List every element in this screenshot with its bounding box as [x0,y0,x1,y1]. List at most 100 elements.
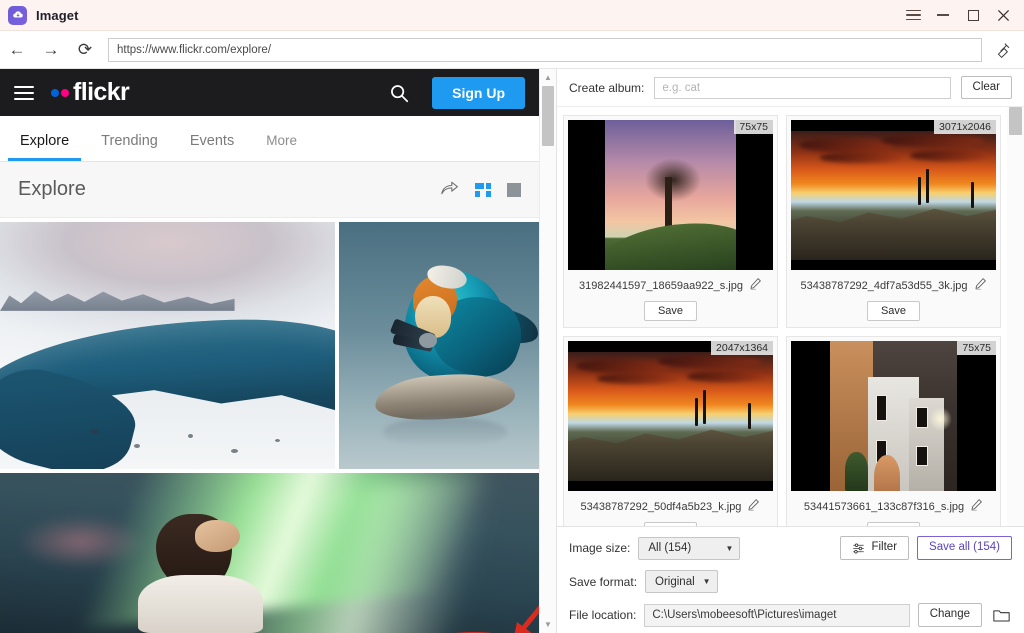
save-format-label: Save format: [569,575,637,589]
panel-scroll-track[interactable] [1007,107,1024,526]
image-size-select[interactable]: All (154) ▼ [638,537,740,560]
panel-bottom-controls: Image size: All (154) ▼ Filter [557,526,1024,633]
app-title: Imaget [36,8,79,23]
tab-trending[interactable]: Trending [85,133,174,161]
panel-scroll-thumb[interactable] [1009,107,1022,135]
rename-button[interactable] [974,277,987,295]
flickr-nav-tabs: Explore Trending Events More [0,116,539,162]
reload-icon[interactable]: ⟳ [68,31,102,69]
window-minimize-button[interactable] [928,0,958,31]
sign-up-button[interactable]: Sign Up [432,77,525,109]
maximize-icon [968,10,979,21]
card-name-row: 53441573661_133c87f316_s.jpg [804,498,983,516]
create-album-row: Create album: e.g. cat Clear [557,69,1024,107]
embedded-browser-pane: flickr Sign Up Explore Trending [0,69,556,633]
card-thumbnail[interactable]: 75x75 [568,120,773,270]
cards-area: 75x75 31982441597_18659aa92 [557,107,1007,526]
scroll-thumb[interactable] [542,86,554,146]
browser-toolbar: ← → ⟳ https://www.flickr.com/explore/ [0,31,1024,69]
photo-aurora[interactable] [0,473,539,633]
grid-view-icon[interactable] [475,183,491,197]
rename-button[interactable] [747,498,760,516]
open-folder-button[interactable] [990,608,1012,623]
webview-scrollbar[interactable]: ▲ ▼ [539,69,556,633]
image-card[interactable]: 2047x1364 [563,336,778,526]
window-close-button[interactable] [988,0,1018,31]
create-album-input[interactable]: e.g. cat [654,77,950,99]
change-location-button[interactable]: Change [918,603,982,627]
card-thumbnail[interactable]: 2047x1364 [568,341,773,491]
image-card[interactable]: 75x75 [786,336,1001,526]
flickr-wordmark: flickr [73,78,129,107]
woman-shirt [138,575,263,633]
forward-arrow-icon[interactable]: → [34,31,68,69]
search-button[interactable] [386,80,412,106]
scroll-down-button[interactable]: ▼ [544,616,552,633]
flickr-dot-pink-icon [61,89,69,97]
square-view-icon[interactable] [507,183,521,197]
woman-face [195,520,239,552]
thumb-art [568,352,773,481]
explore-toolbar: Explore [0,162,539,218]
card-name-row: 31982441597_18659aa922_s.jpg [579,277,762,295]
clear-button[interactable]: Clear [961,76,1012,100]
sliders-icon [852,542,865,555]
flickr-dot-blue-icon [51,89,59,97]
minimize-icon [937,14,949,16]
thumb-art [791,131,996,260]
flickr-header: flickr Sign Up [0,69,539,116]
save-all-button[interactable]: Save all (154) [917,536,1012,560]
clear-cache-button[interactable] [986,41,1020,59]
filter-label: Filter [871,541,897,555]
scroll-up-button[interactable]: ▲ [544,69,552,86]
title-bar: Imaget [0,0,1024,31]
photo-kingfisher[interactable] [339,222,539,469]
size-badge: 2047x1364 [711,341,773,355]
flickr-logo[interactable]: flickr [51,78,129,107]
image-card[interactable]: 75x75 31982441597_18659aa92 [563,115,778,328]
thumb-art [830,341,957,491]
tab-more[interactable]: More [250,133,313,161]
save-format-select[interactable]: Original ▼ [645,570,718,593]
search-icon [388,82,410,104]
scroll-track[interactable] [540,86,556,616]
pencil-icon [747,498,760,511]
window-maximize-button[interactable] [958,0,988,31]
file-location-row: File location: C:\Users\mobeesoft\Pictur… [569,603,1012,627]
image-size-value: All (154) [648,542,691,554]
panel-scrollbar[interactable] [1007,107,1024,526]
window-menu-button[interactable] [898,0,928,31]
thumb-art [605,120,736,270]
annotation-arrow-icon [505,594,539,633]
save-button[interactable]: Save [867,301,920,321]
folder-icon [993,608,1010,623]
rename-button[interactable] [749,277,762,295]
hamburger-icon [906,10,921,21]
tab-explore[interactable]: Explore [4,133,85,161]
filter-button[interactable]: Filter [840,536,909,560]
flickr-menu-icon[interactable] [14,86,34,100]
tab-events[interactable]: Events [174,133,250,161]
save-button[interactable]: Save [644,301,697,321]
page-title: Explore [18,178,86,201]
card-thumbnail[interactable]: 75x75 [791,341,996,491]
back-arrow-icon[interactable]: ← [0,31,34,69]
card-filename: 53438787292_4df7a53d55_3k.jpg [801,280,968,292]
main-split: flickr Sign Up Explore Trending [0,69,1024,633]
share-button[interactable] [440,179,459,201]
pencil-icon [749,277,762,290]
card-filename: 53438787292_50df4a5b23_k.jpg [581,501,742,513]
rename-button[interactable] [970,498,983,516]
size-badge: 3071x2046 [934,120,996,134]
create-album-label: Create album: [569,81,644,95]
image-card[interactable]: 3071x2046 [786,115,1001,328]
app-logo-icon [8,6,27,25]
file-location-input[interactable]: C:\Users\mobeesoft\Pictures\imaget [644,604,909,627]
bird-catch [419,333,437,348]
photo-arctic-coastline[interactable] [0,222,335,469]
aurora-woman-silhouette [136,511,266,633]
create-album-placeholder: e.g. cat [662,82,700,94]
web-view: flickr Sign Up Explore Trending [0,69,539,633]
address-bar[interactable]: https://www.flickr.com/explore/ [108,38,982,62]
card-thumbnail[interactable]: 3071x2046 [791,120,996,270]
